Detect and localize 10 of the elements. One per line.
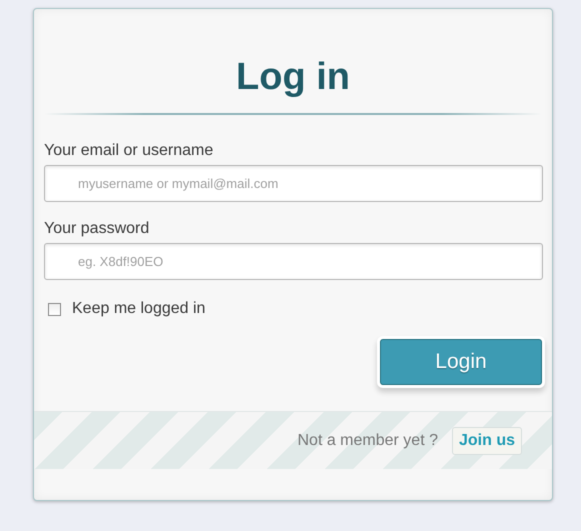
field-label: Your password (44, 220, 150, 238)
remember-checkbox[interactable] (48, 302, 61, 316)
field-label: Your email or username (44, 142, 214, 160)
login-button[interactable]: Login (380, 339, 542, 385)
remember-label: Keep me logged in (72, 300, 206, 318)
email-field[interactable]: myusername or mymail@mail.com (44, 165, 543, 202)
signup-prompt: Not a member yet ? (297, 432, 438, 450)
login-title: Log in (235, 55, 351, 99)
join-link[interactable]: Join us (452, 426, 522, 454)
password-field[interactable]: eg. X8df!90EO (44, 243, 543, 280)
